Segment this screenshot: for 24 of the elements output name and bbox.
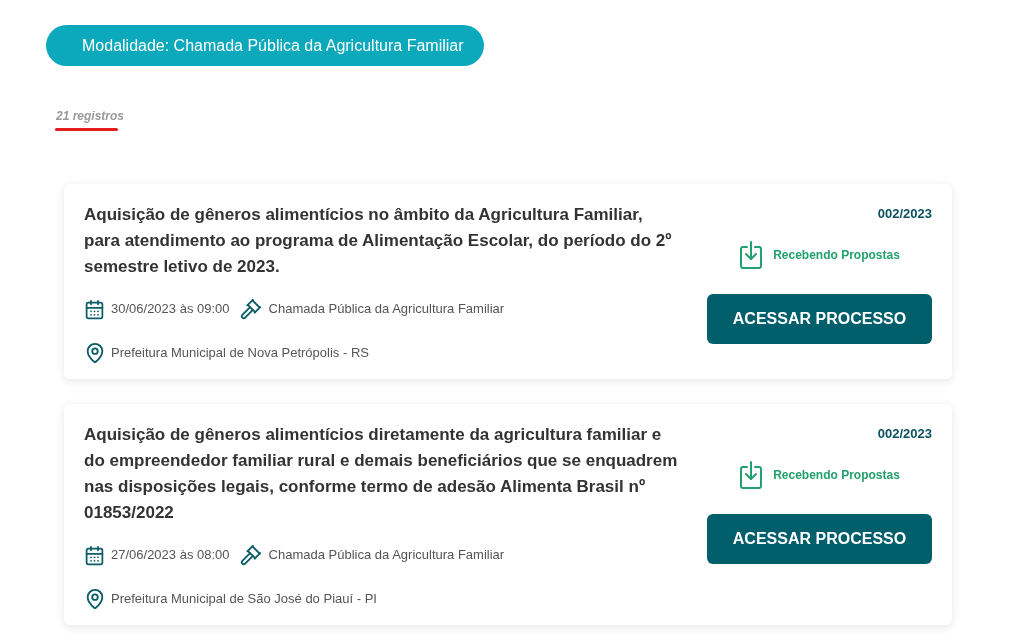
- location-pin-icon: [84, 342, 106, 364]
- record-count: 21 registros: [56, 108, 125, 124]
- access-process-button[interactable]: ACESSAR PROCESSO: [707, 514, 932, 564]
- process-date: 27/06/2023 às 08:00: [111, 546, 230, 565]
- process-title: Aquisição de gêneros alimentícios diretamente da agricultura familiar e do empreendedor familiar rural e demais beneficiários que se enquadrem nas disposições legais, conforme termo de adesão Alimenta Brasil nº 01853/2022: [84, 424, 679, 524]
- calendar-icon: [84, 544, 105, 566]
- process-status: Recebendo Propostas: [773, 467, 900, 484]
- download-tray-icon: [739, 460, 764, 490]
- download-tray-icon: [739, 240, 764, 270]
- process-number: 002/2023: [877, 206, 932, 222]
- process-modality: Chamada Pública da Agricultura Familiar: [268, 546, 505, 565]
- process-status: Recebendo Propostas: [773, 247, 900, 264]
- calendar-icon: [84, 298, 105, 320]
- process-modality: Chamada Pública da Agricultura Familiar: [268, 300, 505, 319]
- process-location: Prefeitura Municipal de São José do Piauí - PI: [111, 590, 377, 609]
- process-title: Aquisição de gêneros alimentícios no âmbito da Agricultura Familiar, para atendimento ao programa de Alimentação Escolar, do período do 2º semestre letivo de 2023.: [84, 204, 673, 278]
- process-number: 002/2023: [877, 426, 932, 442]
- gavel-icon: [239, 298, 262, 320]
- gavel-icon: [239, 544, 262, 566]
- process-location: Prefeitura Municipal de Nova Petrópolis - RS: [111, 344, 369, 363]
- location-pin-icon: [84, 588, 106, 610]
- process-date: 30/06/2023 às 09:00: [111, 300, 230, 319]
- access-process-button[interactable]: ACESSAR PROCESSO: [707, 294, 932, 344]
- underline-mark: [55, 128, 118, 131]
